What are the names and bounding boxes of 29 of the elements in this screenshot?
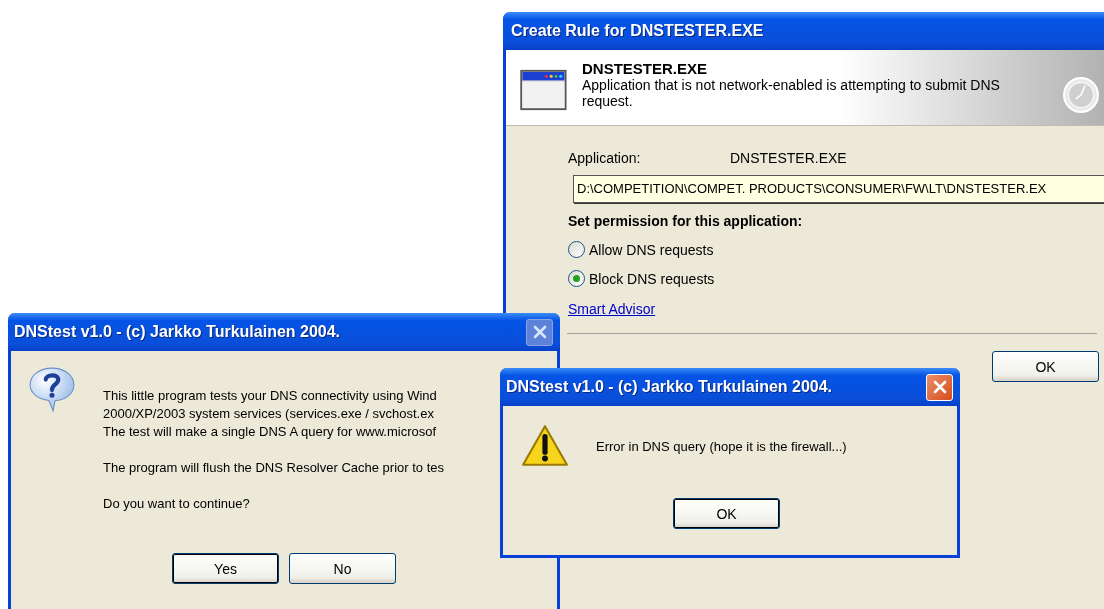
close-button[interactable] [526,318,553,346]
radio-button[interactable] [568,270,585,287]
ok-button[interactable]: OK [673,498,780,529]
radio-button[interactable] [568,241,585,258]
alert-description: Application that is not network-enabled is attempting to submit DNS request. [582,77,1001,109]
radio-label[interactable]: Block DNS requests [589,270,715,287]
no-button[interactable]: No [289,553,396,584]
application-name: DNSTESTER.EXE [582,60,709,77]
radio-label[interactable]: Allow DNS requests [589,241,714,258]
window-title: DNStest v1.0 - (c) Jarkko Turkulainen 2004. [506,378,834,396]
message-line: The program will flush the DNS Resolver Cache prior to tes [103,459,445,477]
permission-heading: Set permission for this application: [568,213,804,229]
yes-button[interactable]: Yes [172,553,279,584]
error-message: Error in DNS query (hope it is the firewall...) [596,438,847,454]
application-window-icon [520,68,568,112]
warning-icon [521,424,569,468]
application-label: Application: [568,150,642,166]
application-value: DNSTESTER.EXE [730,150,847,166]
path-field[interactable]: D:\COMPETITION\COMPET. PRODUCTS\CONSUMER\FW\LT\DNSTESTER.EX [573,175,1104,203]
smart-advisor-link[interactable]: Smart Advisor [568,301,656,317]
message-line: This little program tests your DNS connectivity using Wind [103,387,438,405]
window-title: DNStest v1.0 - (c) Jarkko Turkulainen 2004. [14,323,342,341]
message-line: 2000/XP/2003 system services (services.exe / svchost.ex [103,405,435,423]
message-line: The test will make a single DNS A query for www.microsof [103,423,438,441]
window-title: Create Rule for DNSTESTER.EXE [511,22,764,40]
question-icon [28,365,76,413]
clock-icon [1062,76,1100,114]
message-line: Do you want to continue? [103,495,251,513]
ok-button[interactable]: OK [992,351,1099,382]
